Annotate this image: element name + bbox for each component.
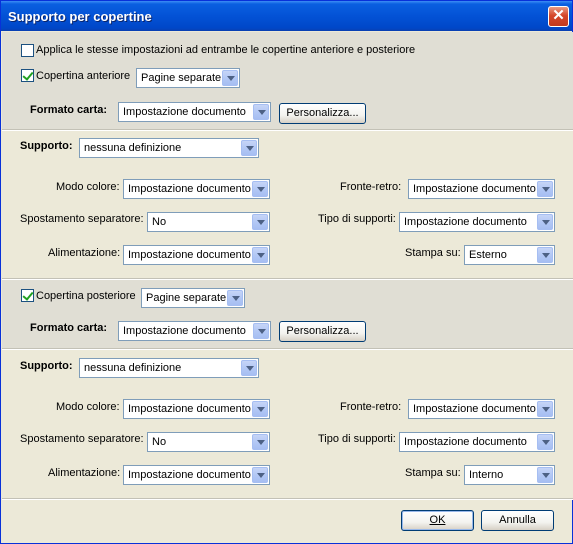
front-cover-mode-value: Pagine separate	[141, 72, 222, 84]
front-color-mode-label: Modo colore:	[56, 181, 120, 193]
back-color-mode-select[interactable]: Impostazione documento	[123, 399, 270, 419]
front-cover-section: Applica le stesse impostazioni ad entram…	[2, 32, 573, 129]
chevron-down-icon	[227, 290, 243, 306]
front-media-select[interactable]: nessuna definizione	[79, 138, 259, 158]
front-separator-value: No	[152, 216, 167, 228]
ok-button-label: OK	[429, 514, 446, 526]
back-cover-mode-value: Pagine separate	[146, 292, 227, 304]
chevron-down-icon	[537, 401, 553, 417]
back-separator-select[interactable]: No	[147, 432, 270, 452]
front-duplex-value: Impostazione documento	[413, 183, 536, 195]
apply-both-checkbox[interactable]	[21, 44, 34, 57]
back-media-select[interactable]: nessuna definizione	[79, 358, 259, 378]
chevron-down-icon	[537, 467, 553, 483]
front-media-value: nessuna definizione	[84, 142, 182, 154]
back-customize-button[interactable]: Personalizza...	[279, 321, 366, 342]
chevron-down-icon	[252, 401, 268, 417]
back-media-label: Supporto:	[20, 360, 73, 372]
apply-both-label: Applica le stesse impostazioni ad entram…	[36, 44, 416, 56]
front-media-type-value: Impostazione documento	[404, 216, 527, 228]
back-cover-checkbox[interactable]	[21, 289, 34, 302]
back-media-section: Supporto: nessuna definizione Modo color…	[2, 350, 573, 498]
front-separator-label: Spostamento separatore:	[20, 213, 144, 225]
back-cover-section: Copertina posteriore Pagine separate For…	[2, 280, 573, 348]
back-paper-value: Impostazione documento	[123, 325, 246, 337]
front-separator-select[interactable]: No	[147, 212, 270, 232]
chevron-down-icon	[537, 181, 553, 197]
back-media-type-value: Impostazione documento	[404, 436, 527, 448]
back-color-mode-label: Modo colore:	[56, 401, 120, 413]
divider	[2, 498, 573, 500]
front-cover-label: Copertina anteriore	[36, 70, 131, 82]
back-feed-select[interactable]: Impostazione documento	[123, 465, 270, 485]
front-print-on-select[interactable]: Esterno	[464, 245, 555, 265]
front-paper-value: Impostazione documento	[123, 106, 246, 118]
cancel-button[interactable]: Annulla	[481, 510, 554, 531]
back-media-type-select[interactable]: Impostazione documento	[399, 432, 555, 452]
chevron-down-icon	[252, 467, 268, 483]
back-duplex-label: Fronte-retro:	[340, 401, 402, 413]
back-media-value: nessuna definizione	[84, 362, 182, 374]
chevron-down-icon	[537, 434, 553, 450]
back-separator-value: No	[152, 436, 167, 448]
chevron-down-icon	[537, 214, 553, 230]
back-paper-label: Formato carta:	[30, 322, 108, 334]
back-color-mode-value: Impostazione documento	[128, 403, 251, 415]
front-paper-label: Formato carta:	[30, 104, 108, 116]
back-print-on-value: Interno	[469, 469, 504, 481]
close-button[interactable]: ✕	[548, 6, 569, 27]
chevron-down-icon	[241, 360, 257, 376]
back-print-on-label: Stampa su:	[405, 467, 461, 479]
close-icon: ✕	[552, 7, 565, 24]
chevron-down-icon	[537, 247, 553, 263]
ok-button[interactable]: OK	[401, 510, 474, 531]
back-print-on-select[interactable]: Interno	[464, 465, 555, 485]
chevron-down-icon	[252, 247, 268, 263]
chevron-down-icon	[252, 181, 268, 197]
front-duplex-label: Fronte-retro:	[340, 181, 402, 193]
front-feed-value: Impostazione documento	[128, 249, 251, 261]
front-media-label: Supporto:	[20, 140, 73, 152]
back-separator-label: Spostamento separatore:	[20, 433, 144, 445]
title-bar[interactable]: Supporto per copertine ✕	[1, 1, 572, 31]
front-duplex-select[interactable]: Impostazione documento	[408, 179, 555, 199]
front-cover-mode-select[interactable]: Pagine separate	[136, 68, 240, 88]
chevron-down-icon	[241, 140, 257, 156]
window-title: Supporto per copertine	[8, 9, 152, 24]
front-media-type-label: Tipo di supporti:	[318, 213, 396, 225]
chevron-down-icon	[252, 434, 268, 450]
back-paper-select[interactable]: Impostazione documento	[118, 321, 271, 341]
front-media-type-select[interactable]: Impostazione documento	[399, 212, 555, 232]
back-feed-label: Alimentazione:	[48, 467, 121, 479]
front-cover-checkbox[interactable]	[21, 69, 34, 82]
back-duplex-select[interactable]: Impostazione documento	[408, 399, 555, 419]
front-paper-select[interactable]: Impostazione documento	[118, 102, 271, 122]
front-media-section: Supporto: nessuna definizione Modo color…	[2, 131, 573, 278]
back-media-type-label: Tipo di supporti:	[318, 433, 396, 445]
front-feed-select[interactable]: Impostazione documento	[123, 245, 270, 265]
front-feed-label: Alimentazione:	[48, 247, 121, 259]
front-print-on-value: Esterno	[469, 249, 507, 261]
chevron-down-icon	[253, 323, 269, 339]
chevron-down-icon	[253, 104, 269, 120]
front-customize-button[interactable]: Personalizza...	[279, 103, 366, 124]
front-color-mode-select[interactable]: Impostazione documento	[123, 179, 270, 199]
chevron-down-icon	[252, 214, 268, 230]
front-color-mode-value: Impostazione documento	[128, 183, 251, 195]
back-cover-label: Copertina posteriore	[36, 290, 136, 302]
back-cover-mode-select[interactable]: Pagine separate	[141, 288, 245, 308]
dialog-window: Supporto per copertine ✕ Applica le stes…	[0, 0, 573, 544]
back-feed-value: Impostazione documento	[128, 469, 251, 481]
chevron-down-icon	[222, 70, 238, 86]
front-print-on-label: Stampa su:	[405, 247, 461, 259]
back-duplex-value: Impostazione documento	[413, 403, 536, 415]
